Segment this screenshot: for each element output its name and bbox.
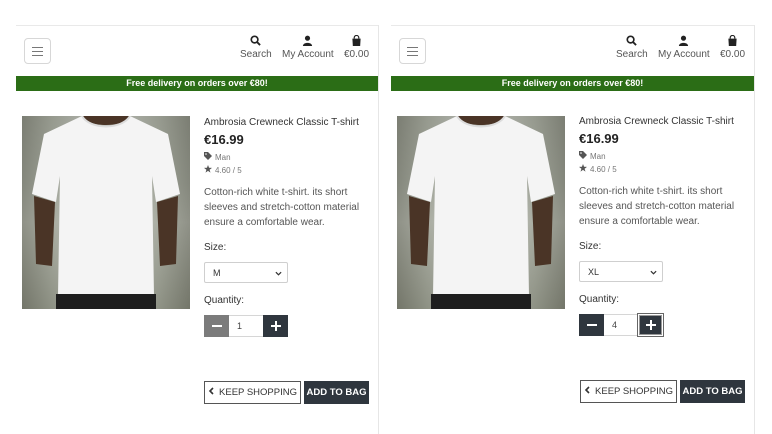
size-select-value: XL	[588, 266, 600, 277]
quantity-input[interactable]: 1	[229, 315, 263, 337]
header-divider	[16, 25, 378, 26]
keep-shopping-button[interactable]: KEEP SHOPPING	[204, 381, 301, 404]
product-category-label: Man	[215, 152, 231, 162]
nav-my-account[interactable]: My Account	[282, 33, 334, 60]
user-icon	[302, 33, 313, 47]
product-price: €16.99	[204, 132, 244, 147]
add-to-bag-button[interactable]: ADD TO BAG	[680, 380, 745, 403]
nav-search-label: Search	[240, 49, 272, 60]
product-category-label: Man	[590, 151, 606, 161]
product-image	[22, 116, 190, 309]
increment-button[interactable]	[263, 315, 288, 337]
product-info: Ambrosia Crewneck Classic T-shirt €16.99…	[204, 117, 374, 337]
nav-my-account[interactable]: My Account	[658, 33, 710, 60]
minus-icon	[586, 324, 597, 326]
nav-bag[interactable]: €0.00	[720, 33, 745, 60]
product-price: €16.99	[579, 131, 619, 146]
product-category[interactable]: Man	[579, 151, 749, 161]
hamburger-icon[interactable]	[24, 38, 51, 64]
product-info: Ambrosia Crewneck Classic T-shirt €16.99…	[579, 116, 749, 336]
search-icon	[250, 33, 262, 47]
product-detail-screen-2: Search My Account €0.00 Free delivery on…	[391, 25, 755, 434]
keep-shopping-button[interactable]: KEEP SHOPPING	[580, 380, 677, 403]
quantity-input[interactable]: 4	[604, 314, 638, 336]
product-rating-value: 4.60 / 5	[215, 165, 242, 175]
minus-icon	[211, 325, 222, 327]
product-rating: 4.60 / 5	[204, 165, 374, 175]
product-detail-screen-1: Search My Account €0.00 Free delivery on…	[16, 25, 379, 434]
hamburger-icon[interactable]	[399, 38, 426, 64]
quantity-label: Quantity:	[579, 294, 620, 305]
plus-icon	[645, 320, 656, 330]
size-label: Size:	[204, 242, 227, 253]
chevron-down-icon	[650, 267, 657, 277]
search-icon	[626, 33, 638, 47]
size-select[interactable]: XL	[579, 261, 663, 282]
header-divider	[391, 25, 754, 26]
nav-my-account-label: My Account	[282, 49, 334, 60]
chevron-left-icon	[584, 386, 590, 397]
product-description: Cotton-rich white t-shirt. its short sle…	[579, 186, 735, 227]
star-icon	[579, 164, 587, 174]
chevron-left-icon	[208, 387, 214, 398]
tag-icon	[579, 151, 587, 161]
nav-bag-total: €0.00	[344, 49, 370, 60]
product-image	[397, 116, 565, 309]
quantity-label: Quantity:	[204, 295, 245, 306]
nav-search[interactable]: Search	[616, 33, 648, 60]
add-to-bag-button[interactable]: ADD TO BAG	[304, 381, 369, 404]
decrement-button[interactable]	[579, 314, 604, 336]
user-icon	[678, 33, 689, 47]
tag-icon	[204, 152, 212, 162]
product-name: Ambrosia Crewneck Classic T-shirt	[579, 116, 734, 127]
keep-shopping-label: KEEP SHOPPING	[595, 386, 673, 397]
product-description: Cotton-rich white t-shirt. its short sle…	[204, 187, 360, 228]
size-label: Size:	[579, 241, 602, 252]
nav-search[interactable]: Search	[240, 33, 272, 60]
size-select-value: M	[213, 267, 221, 278]
size-select[interactable]: M	[204, 262, 288, 283]
nav-bag-total: €0.00	[720, 49, 746, 60]
plus-icon	[270, 321, 281, 331]
free-delivery-banner: Free delivery on orders over €80!	[16, 76, 378, 91]
product-category[interactable]: Man	[204, 152, 374, 162]
shopping-bag-icon	[727, 33, 738, 47]
shopping-bag-icon	[351, 33, 362, 47]
nav-search-label: Search	[616, 49, 648, 60]
product-name: Ambrosia Crewneck Classic T-shirt	[204, 117, 359, 128]
star-icon	[204, 165, 212, 175]
increment-button[interactable]	[638, 314, 663, 336]
product-rating-value: 4.60 / 5	[590, 164, 617, 174]
free-delivery-banner: Free delivery on orders over €80!	[391, 76, 754, 91]
product-rating: 4.60 / 5	[579, 164, 749, 174]
keep-shopping-label: KEEP SHOPPING	[219, 387, 297, 398]
nav-bag[interactable]: €0.00	[344, 33, 369, 60]
nav-my-account-label: My Account	[658, 49, 710, 60]
quantity-stepper: 1	[204, 315, 374, 337]
quantity-stepper: 4	[579, 314, 749, 336]
decrement-button[interactable]	[204, 315, 229, 337]
chevron-down-icon	[275, 268, 282, 278]
